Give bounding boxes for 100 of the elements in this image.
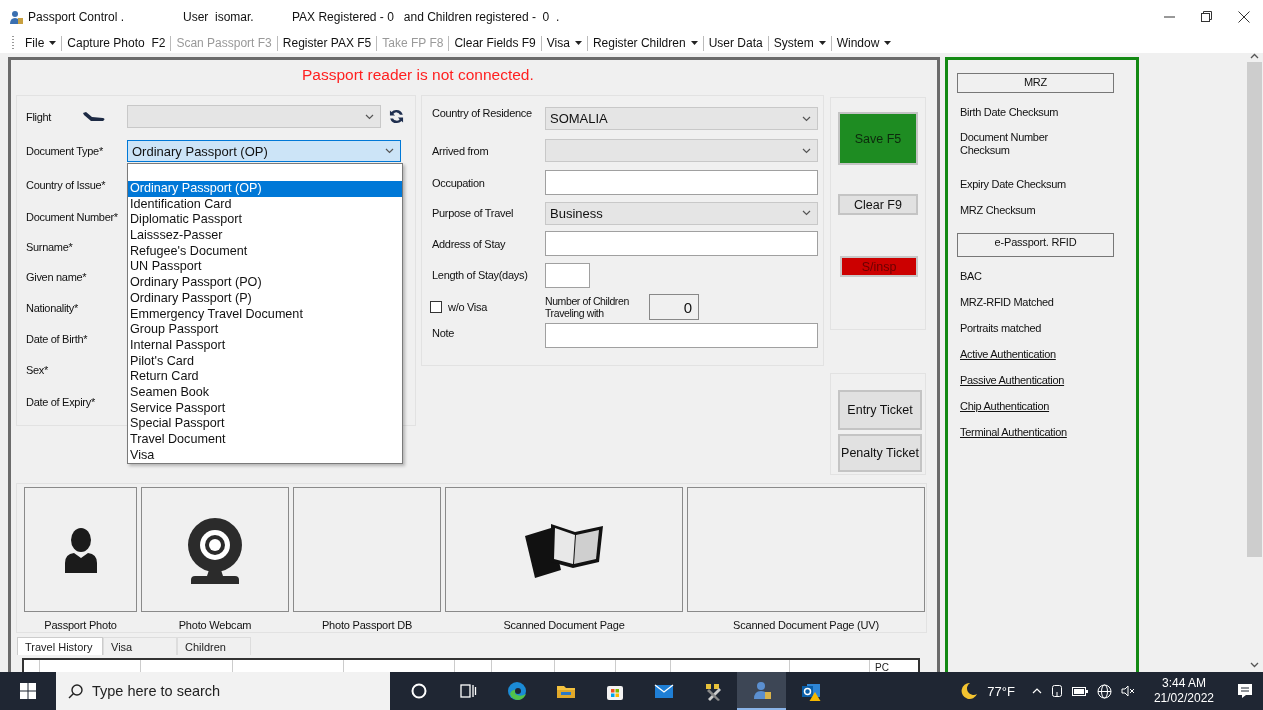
- dropdown-option[interactable]: Ordinary Passport (OP): [128, 181, 402, 197]
- dropdown-option[interactable]: Identification Card: [128, 196, 402, 213]
- field-label: Number of Children Traveling with: [545, 295, 630, 319]
- chevron-icon: [385, 148, 394, 154]
- field-label: Date of Expiry*: [26, 395, 96, 408]
- field-label: Address of Stay: [432, 237, 507, 250]
- task-view-icon: [457, 681, 478, 701]
- text-field[interactable]: [545, 170, 818, 195]
- ticket-button[interactable]: Entry Ticket: [838, 390, 922, 430]
- field-label: Document Number*: [26, 210, 119, 223]
- menu-item[interactable]: Capture Photo F2: [62, 36, 171, 50]
- menu-item[interactable]: Clear Fields F9: [449, 36, 541, 50]
- field-label: Nationality*: [26, 301, 80, 314]
- window-title: Passport Control .: [28, 9, 126, 24]
- dropdown-field[interactable]: Business: [545, 201, 818, 225]
- dropdown-option[interactable]: Travel Document: [128, 432, 402, 448]
- authentication-link[interactable]: Passive Authentication: [960, 374, 1065, 386]
- dropdown-option[interactable]: Refugee's Document: [128, 243, 402, 260]
- dropdown-field[interactable]: [545, 139, 818, 162]
- globe-icon[interactable]: [1096, 683, 1112, 699]
- dropdown-option[interactable]: Service Passport: [128, 400, 402, 417]
- menu-item[interactable]: Register Children: [587, 36, 703, 50]
- edge-icon: [506, 681, 527, 701]
- windows-icon[interactable]: [20, 683, 36, 699]
- image-caption: Photo Passport DB: [321, 619, 413, 631]
- authentication-link[interactable]: Terminal Authentication: [960, 426, 1067, 438]
- touchpad-icon[interactable]: [1050, 684, 1063, 698]
- dropdown-option[interactable]: Diplomatic Passport: [128, 212, 402, 229]
- close-icon[interactable]: [1238, 10, 1250, 23]
- check-label: MRZ-RFID Matched: [960, 295, 1055, 309]
- restore-icon[interactable]: [1201, 10, 1212, 22]
- dropdown-field[interactable]: SOMALIA: [545, 107, 818, 130]
- menu-item[interactable]: File: [20, 36, 62, 50]
- menu-item[interactable]: Register PAX F5: [277, 36, 377, 50]
- checkbox-label: w/o Visa: [448, 301, 489, 313]
- status-message: Passport reader is not connected.: [302, 66, 534, 84]
- caret-icon: [818, 41, 826, 45]
- check-label: Document Number Checksum: [960, 131, 1049, 157]
- field-label: Purpose of Travel: [432, 207, 515, 219]
- dropdown-field[interactable]: Ordinary Passport (OP): [127, 140, 401, 162]
- dropdown-option[interactable]: Ordinary Passport (P): [128, 290, 402, 307]
- check-label: Portraits matched: [960, 321, 1043, 335]
- dropdown-option[interactable]: Return Card: [128, 369, 402, 385]
- field-label: Arrived from: [432, 144, 490, 157]
- ticket-button[interactable]: Penalty Ticket: [838, 434, 922, 472]
- registration-summary: PAX Registered - 0 and Children registered - 0 .: [292, 9, 560, 24]
- clear-button[interactable]: Clear F9: [838, 194, 918, 215]
- image-caption: Scanned Document Page: [503, 619, 625, 631]
- outlook-icon: [800, 681, 821, 701]
- caret-icon: [884, 41, 892, 45]
- text-field[interactable]: [545, 262, 590, 288]
- moon-icon: [960, 682, 979, 700]
- dropdown-option[interactable]: Laisssez-Passer: [128, 228, 402, 244]
- field-label: Sex*: [26, 363, 50, 376]
- field-label: Given name*: [26, 271, 88, 283]
- check-label: BAC: [960, 269, 983, 283]
- dropdown-option[interactable]: Group Passport: [128, 322, 402, 338]
- chevron-icon: [802, 147, 811, 154]
- save-button[interactable]: Save F5: [838, 112, 918, 165]
- search-field[interactable]: Type here to search: [56, 672, 390, 710]
- person-icon: [751, 680, 772, 700]
- field-label: Date of Birth*: [26, 332, 89, 345]
- dropdown-option[interactable]: Internal Passport: [128, 337, 402, 354]
- image-caption: Passport Photo: [44, 619, 117, 631]
- text-field[interactable]: [545, 231, 818, 256]
- caret-icon: [49, 41, 57, 45]
- scroll-down-icon[interactable]: [1250, 662, 1259, 668]
- notification-icon[interactable]: [1237, 683, 1253, 699]
- dropdown-option[interactable]: Special Passport: [128, 416, 402, 432]
- scrollbar-thumb[interactable]: [1247, 62, 1262, 557]
- dropdown-option[interactable]: Visa: [128, 447, 402, 464]
- scroll-up-icon[interactable]: [1250, 53, 1259, 59]
- refresh-icon[interactable]: [389, 109, 404, 124]
- user-label: User isomar.: [183, 9, 255, 24]
- menu-item[interactable]: System: [768, 36, 831, 50]
- dropdown-option[interactable]: Ordinary Passport (PO): [128, 275, 402, 291]
- authentication-link[interactable]: Chip Authentication: [960, 400, 1050, 412]
- authentication-link[interactable]: Active Authentication: [960, 348, 1056, 360]
- dropdown-field[interactable]: [127, 105, 381, 128]
- dropdown-option[interactable]: UN Passport: [128, 259, 402, 276]
- dropdown-option[interactable]: Pilot's Card: [128, 353, 402, 370]
- tab[interactable]: Travel History: [17, 637, 103, 655]
- dropdown-option[interactable]: Emmergency Travel Document: [128, 306, 402, 323]
- checkbox[interactable]: [430, 301, 442, 313]
- menu-item[interactable]: Visa: [541, 36, 587, 50]
- speaker-muted-icon[interactable]: [1120, 685, 1135, 697]
- field-label: Document Type*: [26, 145, 104, 157]
- chevron-icon: [802, 210, 811, 216]
- count-field[interactable]: 0: [649, 294, 699, 320]
- battery-icon[interactable]: [1071, 686, 1088, 696]
- text-field[interactable]: [545, 323, 818, 348]
- menu-item[interactable]: Window: [831, 36, 897, 50]
- image-caption: Scanned Document Page (UV): [733, 619, 879, 631]
- book-icon: [523, 521, 605, 578]
- dropdown-option[interactable]: Seamen Book: [128, 384, 402, 401]
- tab[interactable]: Children: [177, 637, 251, 655]
- tab[interactable]: Visa: [103, 637, 177, 655]
- clock-time: 3:44 AM: [1161, 676, 1206, 691]
- menu-item[interactable]: User Data: [703, 36, 768, 50]
- chevron-up-icon[interactable]: [1031, 688, 1042, 694]
